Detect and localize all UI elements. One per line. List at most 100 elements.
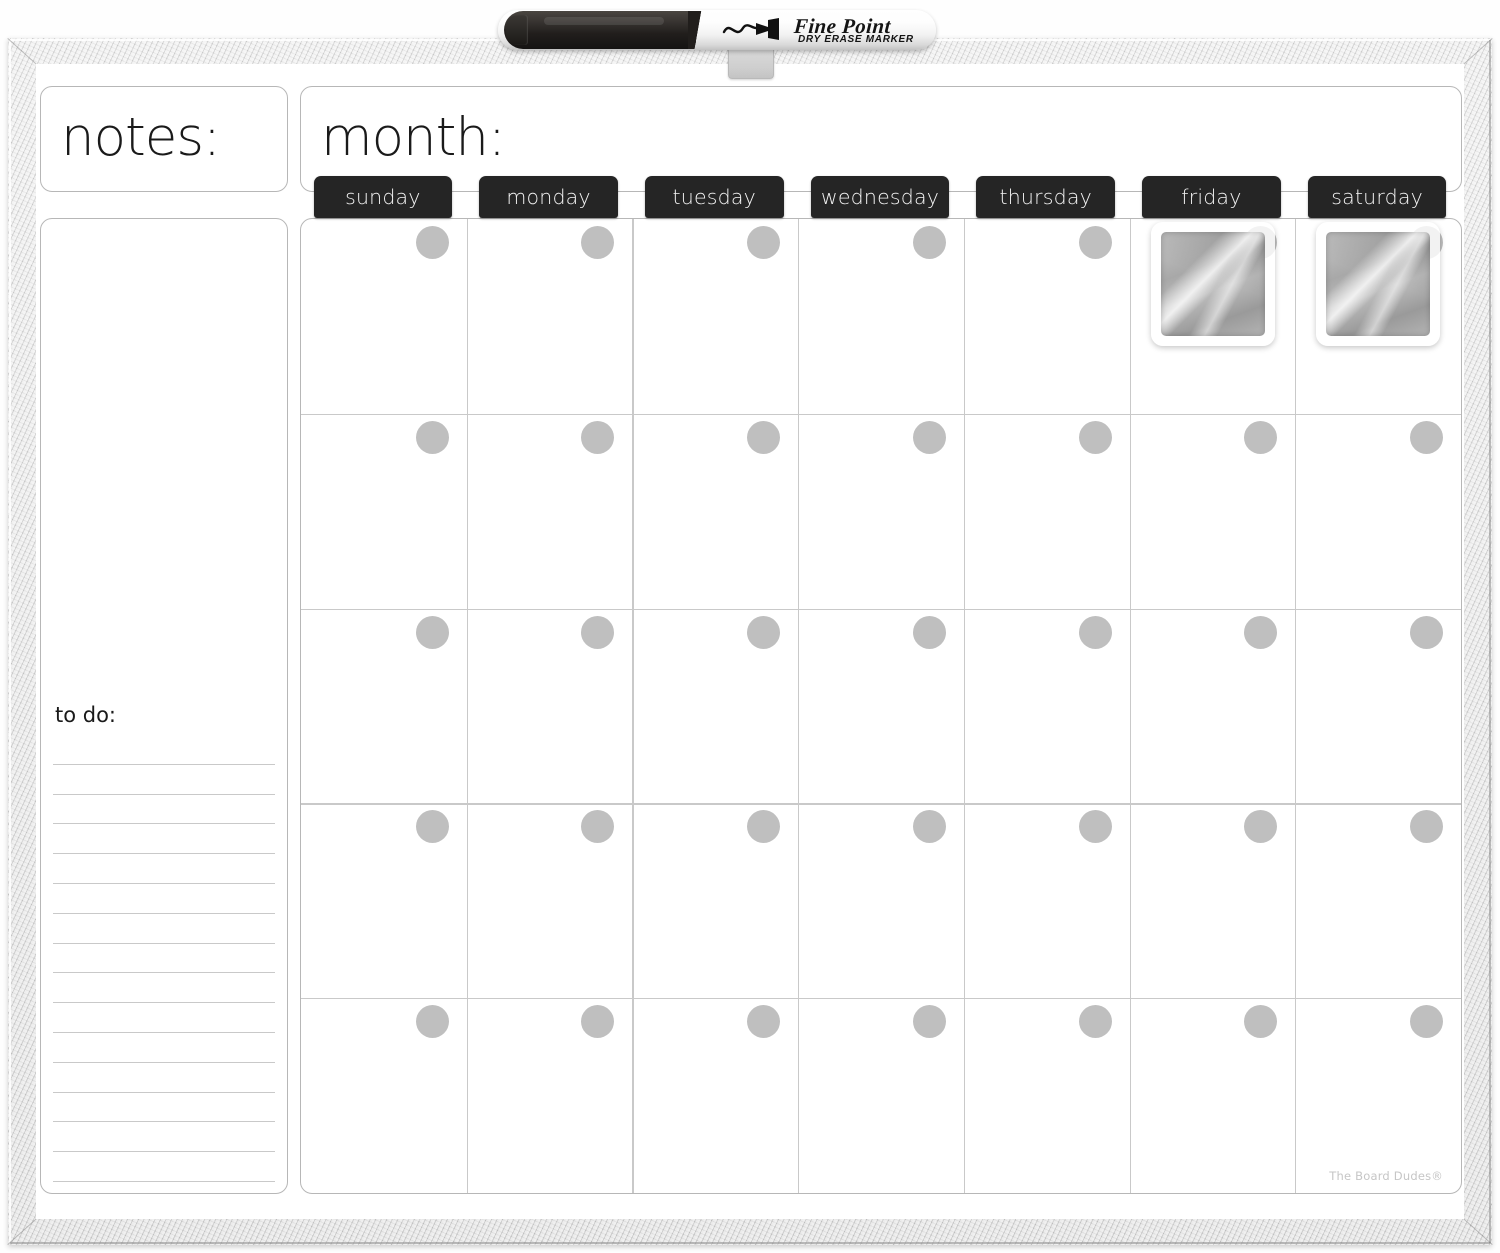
date-number-dot[interactable]: [747, 1005, 781, 1039]
frame-mitre-top-right: [1459, 38, 1493, 69]
date-number-dot[interactable]: [747, 615, 781, 649]
frame-mitre-bottom-left: [7, 1214, 41, 1245]
frame-shadow-bottom: [10, 1242, 1490, 1244]
todo-line[interactable]: [53, 1093, 275, 1123]
product-photo-stage: Fine Point DRY ERASE MARKER notes: month…: [0, 0, 1500, 1253]
date-number-dot[interactable]: [415, 615, 449, 649]
day-tab-label: tuesday: [672, 184, 756, 209]
todo-line[interactable]: [53, 824, 275, 855]
day-tab-label: saturday: [1331, 184, 1423, 209]
date-number-dot[interactable]: [1078, 810, 1112, 844]
grid-row-line: [301, 998, 1461, 1000]
calendar-grid: [301, 219, 1461, 1193]
date-number-dot[interactable]: [415, 226, 449, 259]
todo-line[interactable]: [53, 1003, 275, 1033]
month-label: month:: [321, 107, 506, 168]
day-tab-saturday: saturday: [1307, 176, 1447, 218]
marker-nib-icon: [722, 18, 779, 40]
todo-lines[interactable]: [53, 735, 275, 1193]
todo-line[interactable]: [53, 854, 275, 884]
day-tab-label: monday: [506, 184, 591, 209]
date-number-dot[interactable]: [1078, 420, 1112, 454]
date-number-dot[interactable]: [581, 615, 615, 649]
date-number-dot[interactable]: [581, 810, 615, 844]
date-number-dot[interactable]: [747, 226, 781, 259]
date-number-dot[interactable]: [912, 1005, 946, 1039]
day-tab-label: sunday: [345, 184, 421, 209]
marker-artwork: Fine Point DRY ERASE MARKER: [694, 12, 932, 48]
notes-label: notes:: [61, 107, 221, 168]
todo-line[interactable]: [53, 1152, 275, 1182]
day-tab-wednesday: wednesday: [810, 176, 950, 218]
todo-line[interactable]: [53, 973, 275, 1004]
date-number-dot[interactable]: [581, 226, 615, 259]
date-number-dot[interactable]: [1244, 1005, 1278, 1039]
date-number-dot[interactable]: [1078, 1005, 1112, 1039]
date-number-dot[interactable]: [912, 615, 946, 649]
date-number-dot[interactable]: [581, 1005, 615, 1039]
date-number-dot[interactable]: [1410, 420, 1443, 454]
magnet-friday[interactable]: [1150, 222, 1275, 346]
todo-line[interactable]: [53, 765, 275, 795]
grid-column-line: [1295, 219, 1297, 1193]
todo-line[interactable]: [53, 1033, 275, 1063]
day-tab-label: wednesday: [820, 184, 940, 209]
date-number-dot[interactable]: [415, 810, 449, 844]
magnet-brushed-face: [1326, 232, 1431, 336]
dry-erase-marker[interactable]: Fine Point DRY ERASE MARKER: [498, 4, 938, 56]
day-tab-thursday: thursday: [976, 176, 1116, 218]
grid-column-line: [1129, 219, 1131, 1193]
day-tab-label: thursday: [999, 184, 1092, 209]
frame-mitre-bottom-right: [1459, 1214, 1493, 1245]
grid-column-line: [963, 219, 966, 1193]
notes-and-todo-panel[interactable]: to do:: [40, 218, 288, 1194]
whiteboard-surface[interactable]: notes: month: to do: sunday monday tuesday…: [36, 64, 1464, 1219]
date-number-dot[interactable]: [912, 226, 946, 259]
todo-line[interactable]: [53, 1063, 275, 1093]
date-number-dot[interactable]: [581, 420, 615, 454]
date-number-dot[interactable]: [1078, 226, 1112, 259]
day-tab-monday: monday: [479, 176, 618, 218]
date-number-dot[interactable]: [1078, 615, 1112, 649]
date-number-dot[interactable]: [1244, 420, 1278, 454]
frame-shadow-right: [1489, 40, 1491, 1243]
magnet-saturday[interactable]: [1316, 222, 1441, 346]
todo-line[interactable]: [53, 884, 275, 914]
day-tab-tuesday: tuesday: [644, 176, 784, 218]
grid-column-line: [466, 219, 468, 1193]
grid-column-line: [632, 219, 634, 1193]
brand-label: The Board Dudes®: [1329, 1169, 1443, 1183]
calendar-grid-panel[interactable]: The Board Dudes®: [300, 218, 1462, 1194]
marker-body: Fine Point DRY ERASE MARKER: [498, 10, 936, 50]
day-tab-label: friday: [1181, 184, 1242, 209]
todo-line[interactable]: [53, 1122, 275, 1153]
todo-line[interactable]: [53, 795, 275, 825]
frame-highlight-left: [9, 40, 11, 1243]
todo-line[interactable]: [53, 914, 275, 944]
date-number-dot[interactable]: [1410, 615, 1443, 649]
todo-label: to do:: [55, 703, 117, 727]
date-number-dot[interactable]: [415, 1005, 449, 1039]
grid-row-line: [301, 413, 1461, 415]
date-number-dot[interactable]: [415, 420, 449, 454]
date-number-dot[interactable]: [747, 810, 781, 844]
date-number-dot[interactable]: [912, 810, 946, 844]
day-tab-friday: friday: [1142, 176, 1281, 218]
notes-header-box[interactable]: notes:: [40, 86, 288, 192]
marker-subtitle-label: DRY ERASE MARKER: [798, 34, 914, 45]
grid-row-line: [301, 803, 1461, 805]
date-number-dot[interactable]: [1244, 810, 1278, 844]
grid-column-line: [798, 219, 800, 1193]
date-number-dot[interactable]: [1244, 615, 1278, 649]
todo-line[interactable]: [53, 1182, 275, 1193]
todo-line[interactable]: [53, 735, 275, 765]
date-number-dot[interactable]: [912, 420, 946, 454]
day-tab-sunday: sunday: [313, 176, 453, 218]
marker-cap: [504, 11, 696, 49]
day-of-week-tab-row: sunday monday tuesday wednesday thursday frid…: [300, 176, 1460, 220]
todo-line[interactable]: [53, 944, 275, 974]
magnet-brushed-face: [1160, 232, 1265, 336]
date-number-dot[interactable]: [747, 420, 781, 454]
date-number-dot[interactable]: [1410, 810, 1443, 844]
date-number-dot[interactable]: [1410, 1005, 1443, 1039]
